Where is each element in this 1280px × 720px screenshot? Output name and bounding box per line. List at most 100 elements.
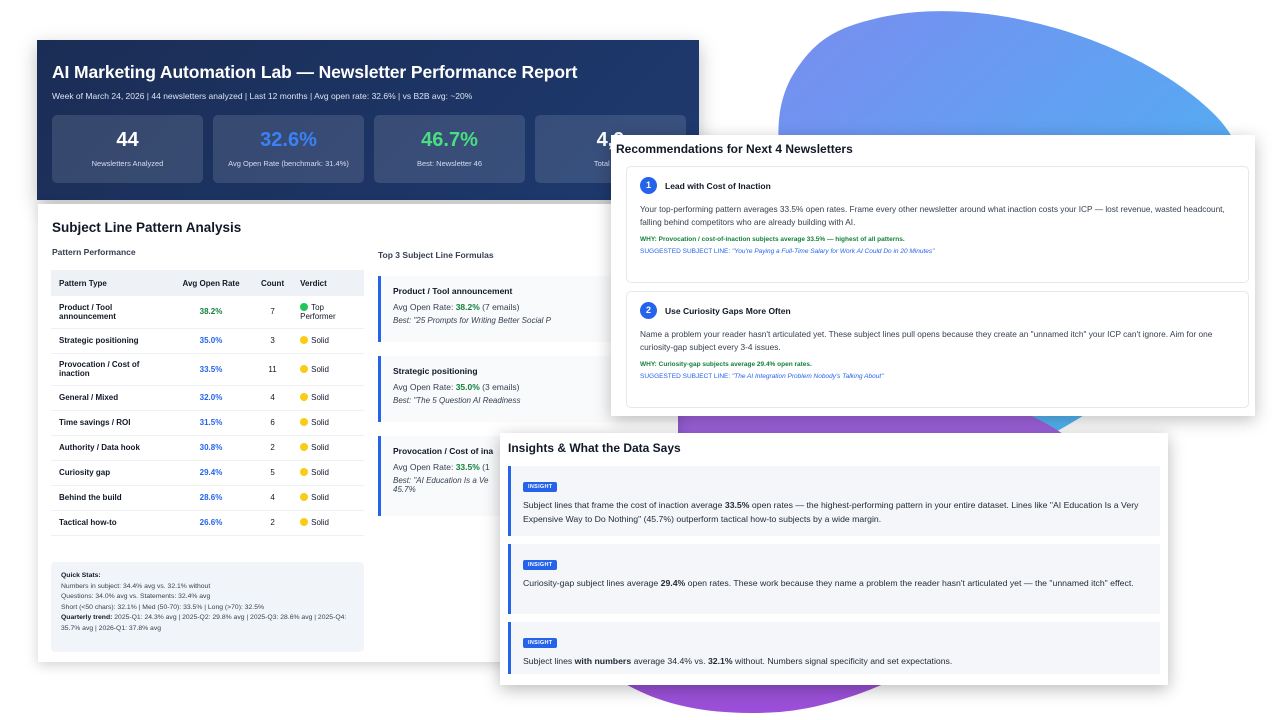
recommendations-panel: Recommendations for Next 4 Newsletters 1… (611, 135, 1255, 416)
open-rate-cell: 29.4% (169, 460, 253, 486)
quarterly-trend: Quarterly trend: 2025-Q1: 24.3% avg | 20… (61, 614, 347, 632)
table-row: Time savings / ROI 31.5% 6 Solid (51, 410, 364, 436)
verdict-cell: Solid (292, 435, 364, 461)
count-cell: 3 (253, 328, 293, 354)
count-cell: 4 (253, 385, 293, 411)
count-cell: 2 (253, 510, 293, 536)
insight-badge: INSIGHT (523, 638, 558, 648)
stat-value: 44 (116, 129, 139, 151)
table-row: Provocation / Cost of inaction 33.5% 11 Sol… (51, 353, 364, 386)
verdict-cell: Solid (292, 485, 364, 511)
recommendations-title: Recommendations for Next 4 Newsletters (616, 142, 853, 156)
pattern-type-cell: Time savings / ROI (51, 410, 169, 436)
recommendation-why: WHY: Curiosity-gap subjects average 29.4… (640, 360, 812, 368)
open-rate-cell: 33.5% (169, 353, 253, 386)
open-rate-cell: 31.5% (169, 410, 253, 436)
insight-text: Subject lines with numbers average 34.4%… (523, 656, 953, 666)
report-subtitle: Week of March 24, 2026 | 44 newsletters … (52, 91, 473, 101)
count-cell: 7 (253, 296, 293, 329)
pattern-type-cell: General / Mixed (51, 385, 169, 411)
quick-stat-line: Questions: 34.0% avg vs. Statements: 32.… (61, 593, 211, 601)
stat-label: Best: Newsletter 46 (416, 159, 483, 168)
insight-card: INSIGHT Subject lines that frame the cos… (508, 466, 1160, 536)
yellow-status-dot-icon (300, 443, 309, 451)
insight-badge: INSIGHT (523, 482, 558, 492)
yellow-status-dot-icon (300, 468, 309, 476)
suggested-subject: SUGGESTED SUBJECT LINE: "You're Paying a… (640, 247, 935, 255)
report-header: AI Marketing Automation Lab — Newsletter… (37, 40, 699, 200)
table-row: Product / Tool announcement 38.2% 7 Top Per… (51, 296, 364, 329)
count-cell: 4 (253, 485, 293, 511)
open-rate-cell: 26.6% (169, 510, 253, 536)
pattern-type-cell: Strategic positioning (51, 328, 169, 354)
table-header-row: Pattern Type Avg Open Rate Count Verdict (51, 270, 364, 296)
recommendation-card: 1 Lead with Cost of Inaction Your top-pe… (626, 166, 1249, 283)
stat-value: 32.6% (260, 129, 317, 151)
step-number-badge: 2 (640, 302, 657, 319)
stat-label: Newsletters Analyzed (91, 159, 164, 168)
column-header: Verdict (292, 270, 364, 296)
pattern-type-cell: Curiosity gap (51, 460, 169, 486)
suggested-subject: SUGGESTED SUBJECT LINE: "The AI Integrat… (640, 372, 884, 380)
column-header: Pattern Type (51, 270, 169, 296)
green-status-dot-icon (300, 302, 309, 311)
recommendation-title: Lead with Cost of Inaction (665, 180, 771, 191)
insight-text: Subject lines that frame the cost of ina… (523, 500, 1139, 525)
slide-canvas: AI Marketing Automation Lab — Newsletter… (0, 0, 1280, 720)
stat-card-avg-open-rate: 32.6% Avg Open Rate (benchmark: 31.4%) (213, 115, 364, 183)
count-cell: 2 (253, 435, 293, 461)
insights-panel: Insights & What the Data Says INSIGHT Su… (500, 433, 1168, 685)
pattern-type-cell: Provocation / Cost of inaction (51, 353, 169, 386)
yellow-status-dot-icon (300, 364, 309, 373)
verdict-cell: Top Performer (292, 296, 364, 329)
pattern-type-cell: Product / Tool announcement (51, 296, 169, 329)
pattern-type-cell: Authority / Data hook (51, 435, 169, 461)
stat-card-newsletters: 44 Newsletters Analyzed (52, 115, 203, 183)
table-row: Curiosity gap 29.4% 5 Solid (51, 460, 364, 486)
step-number-badge: 1 (640, 177, 657, 194)
verdict-cell: Solid (292, 353, 364, 386)
verdict-cell: Solid (292, 410, 364, 436)
quick-stats-title: Quick Stats: (61, 572, 101, 579)
open-rate-cell: 30.8% (169, 435, 253, 461)
formulas-heading: Top 3 Subject Line Formulas (378, 250, 494, 260)
verdict-cell: Solid (292, 510, 364, 536)
recommendation-body: Your top-performing pattern averages 33.… (640, 204, 1225, 228)
count-cell: 5 (253, 460, 293, 486)
recommendation-title: Use Curiosity Gaps More Often (665, 305, 791, 316)
recommendation-why: WHY: Provocation / cost-of-inaction subj… (640, 235, 905, 243)
yellow-status-dot-icon (300, 493, 309, 501)
quick-stat-line: Short (<50 chars): 32.1% | Med (50-70): … (61, 603, 265, 611)
recommendation-body: Name a problem your reader hasn't articu… (640, 329, 1213, 353)
column-header: Count (253, 270, 293, 296)
subject-panel-title: Subject Line Pattern Analysis (52, 220, 242, 235)
count-cell: 11 (253, 353, 293, 386)
table-row: Behind the build 28.6% 4 Solid (51, 485, 364, 511)
insights-title: Insights & What the Data Says (508, 441, 681, 455)
report-title: AI Marketing Automation Lab — Newsletter… (52, 62, 578, 82)
insight-card: INSIGHT Subject lines with numbers avera… (508, 622, 1160, 674)
pattern-type-cell: Tactical how-to (51, 510, 169, 536)
stat-value: 46.7% (421, 129, 478, 151)
yellow-status-dot-icon (300, 336, 309, 344)
yellow-status-dot-icon (300, 393, 309, 401)
verdict-cell: Solid (292, 385, 364, 411)
table-row: Tactical how-to 26.6% 2 Solid (51, 510, 364, 536)
open-rate-cell: 38.2% (169, 296, 253, 329)
insight-badge: INSIGHT (523, 560, 558, 570)
count-cell: 6 (253, 410, 293, 436)
table-row: General / Mixed 32.0% 4 Solid (51, 385, 364, 411)
open-rate-cell: 35.0% (169, 328, 253, 354)
stat-cards: 44 Newsletters Analyzed 32.6% Avg Open R… (52, 115, 686, 183)
verdict-cell: Solid (292, 328, 364, 354)
recommendation-card: 2 Use Curiosity Gaps More Often Name a p… (626, 291, 1249, 408)
open-rate-cell: 28.6% (169, 485, 253, 511)
insight-card: INSIGHT Curiosity-gap subject lines aver… (508, 544, 1160, 614)
open-rate-cell: 32.0% (169, 385, 253, 411)
pattern-performance-heading: Pattern Performance (52, 247, 136, 257)
pattern-type-cell: Behind the build (51, 485, 169, 511)
yellow-status-dot-icon (300, 518, 309, 526)
insight-text: Curiosity-gap subject lines average 29.4… (523, 578, 1134, 588)
yellow-status-dot-icon (300, 418, 309, 426)
pattern-table: Pattern Type Avg Open Rate Count Verdict… (51, 270, 364, 536)
